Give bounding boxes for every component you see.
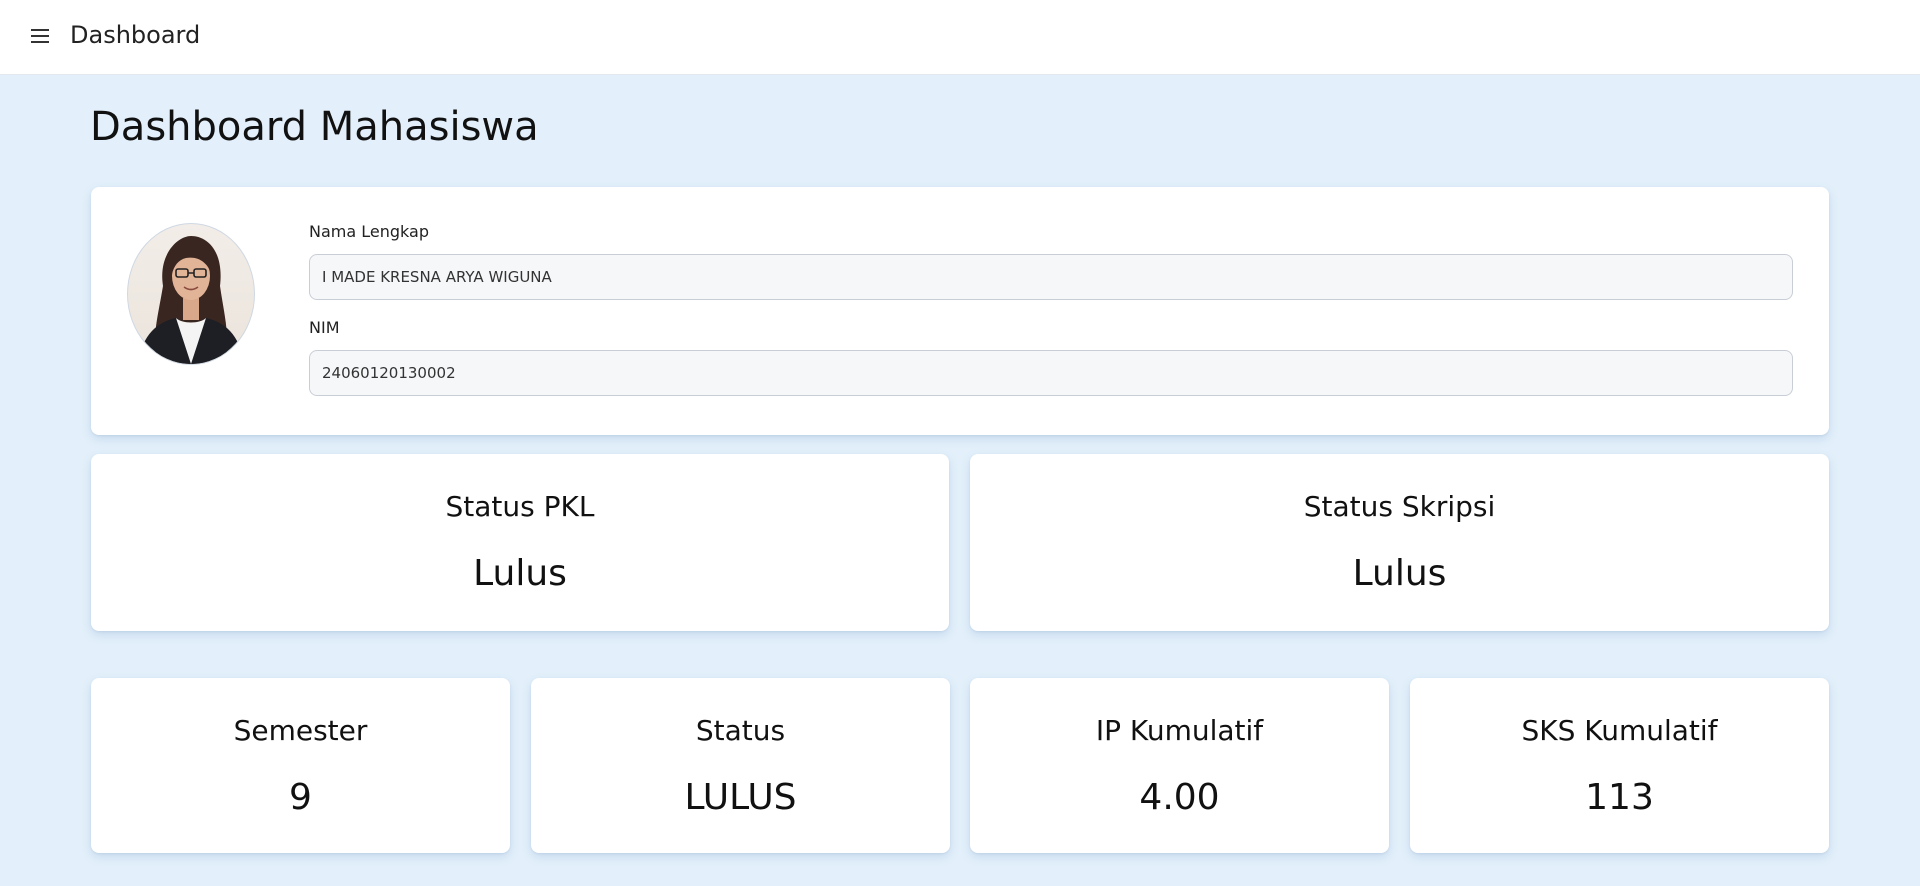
top-app-bar: Dashboard [0,0,1920,75]
student-photo-icon [138,236,244,364]
status-card: Status LULUS [531,678,950,853]
name-label: Nama Lengkap [309,222,429,241]
full-name-field[interactable] [309,254,1793,300]
ip-kumulatif-card: IP Kumulatif 4.00 [970,678,1389,853]
sks-kumulatif-card: SKS Kumulatif 113 [1410,678,1829,853]
ip-kumulatif-title: IP Kumulatif [1095,714,1264,747]
status-value: LULUS [684,777,797,818]
student-avatar [127,223,255,365]
semester-title: Semester [233,714,368,747]
profile-card: Nama Lengkap NIM [91,187,1829,435]
status-skripsi-card: Status Skripsi Lulus [970,454,1829,631]
status-pkl-card: Status PKL Lulus [91,454,949,631]
sks-kumulatif-title: SKS Kumulatif [1521,714,1718,747]
ip-kumulatif-value: 4.00 [1139,777,1220,818]
sks-kumulatif-value: 113 [1585,777,1654,818]
nim-field[interactable] [309,350,1793,396]
status-pkl-title: Status PKL [445,490,595,523]
semester-card: Semester 9 [91,678,510,853]
hamburger-menu-icon[interactable] [28,24,52,48]
status-skripsi-value: Lulus [1352,553,1447,594]
semester-value: 9 [289,777,312,818]
status-title: Status [695,714,786,747]
app-bar-title: Dashboard [70,21,201,49]
page-title: Dashboard Mahasiswa [90,104,539,150]
status-skripsi-title: Status Skripsi [1303,490,1496,523]
nim-label: NIM [309,318,340,337]
status-pkl-value: Lulus [473,553,567,594]
